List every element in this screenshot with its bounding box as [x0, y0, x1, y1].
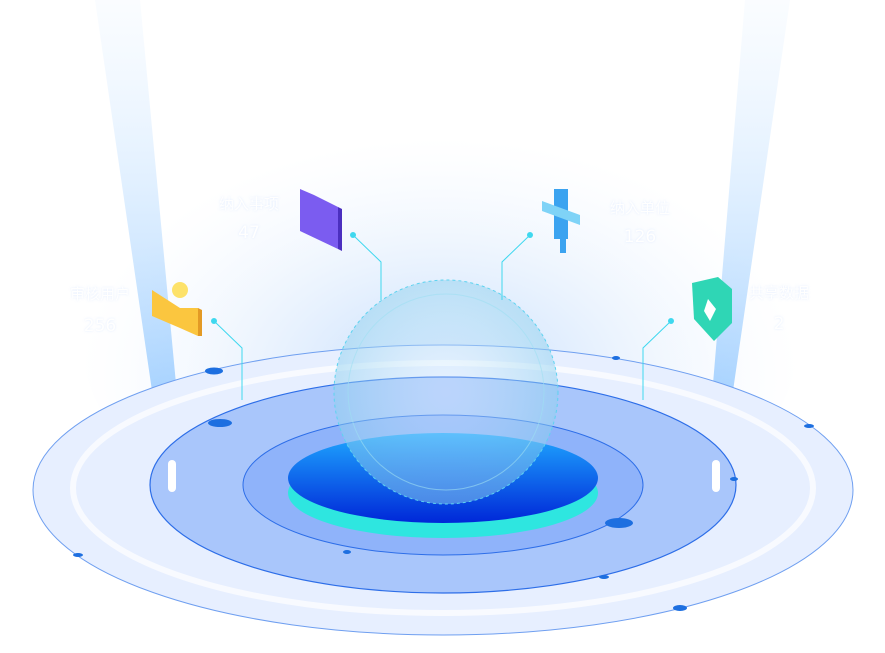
stat-label: 纳入单位: [609, 199, 670, 217]
stat-label: 共享数据: [748, 284, 809, 302]
stat-value: 2: [773, 314, 785, 334]
folder-icon: [298, 187, 344, 257]
user-hand-icon: [150, 278, 202, 342]
stat-value: 256: [83, 316, 117, 336]
data-platform-illustration: 审核用户 256 纳入事项 47 纳入单位 126 共享数据 2: [0, 0, 885, 653]
stat-label: 纳入事项: [218, 195, 279, 213]
stat-label: 审核用户: [69, 285, 130, 303]
stat-value: 47: [238, 223, 260, 243]
stat-value: 126: [623, 227, 657, 247]
organization-icon: [540, 185, 588, 259]
